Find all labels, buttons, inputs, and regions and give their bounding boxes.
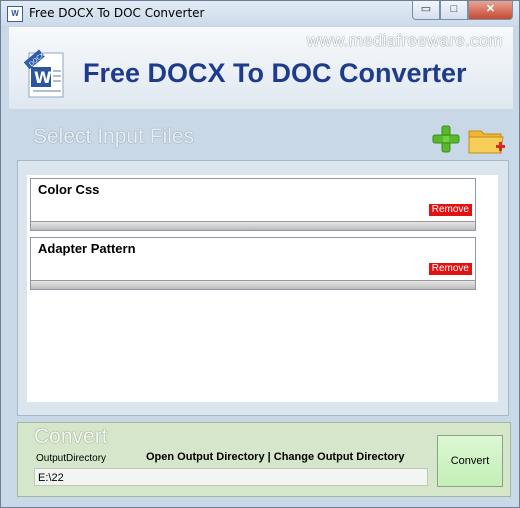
add-file-icon[interactable]: [431, 124, 461, 154]
file-name: Color Css: [38, 182, 100, 197]
output-directory-links: Open Output Directory | Change Output Di…: [146, 451, 405, 463]
window-title: Free DOCX To DOC Converter: [29, 6, 205, 20]
file-name: Adapter Pattern: [38, 241, 136, 256]
title-bar[interactable]: W Free DOCX To DOC Converter ▭ □ ✕: [1, 1, 519, 25]
select-input-files-label: Select Input Files: [33, 125, 195, 148]
input-file-list[interactable]: Color Css Remove Adapter Pattern Remove: [27, 175, 498, 402]
word-docx-logo-icon: DOCX W: [23, 49, 64, 98]
list-item[interactable]: Adapter Pattern Remove: [30, 237, 476, 290]
app-icon: W: [7, 6, 23, 22]
site-url: www.mediafreeware.com: [306, 31, 503, 50]
minimize-button[interactable]: ▭: [412, 1, 440, 20]
open-output-directory-link[interactable]: Open Output Directory: [146, 451, 265, 463]
link-separator: |: [264, 451, 274, 463]
app-window: W Free DOCX To DOC Converter ▭ □ ✕ www.m…: [0, 0, 520, 508]
output-directory-field[interactable]: E:\22: [34, 468, 428, 486]
convert-section-label: Convert: [34, 425, 108, 448]
change-output-directory-link[interactable]: Change Output Directory: [274, 451, 405, 463]
convert-button[interactable]: Convert: [437, 435, 503, 487]
maximize-button[interactable]: □: [440, 1, 468, 20]
convert-panel: Convert OutputDirectory Open Output Dire…: [17, 422, 511, 497]
add-folder-icon[interactable]: [467, 123, 507, 157]
file-progress-bar: [31, 280, 475, 289]
close-button[interactable]: ✕: [468, 1, 513, 20]
app-header: www.mediafreeware.com DOCX W Free DOCX T…: [9, 27, 513, 109]
remove-button[interactable]: Remove: [428, 204, 472, 216]
file-progress-bar: [31, 221, 475, 230]
svg-text:W: W: [34, 68, 52, 87]
input-files-panel: Color Css Remove Adapter Pattern Remove: [17, 160, 509, 416]
list-item[interactable]: Color Css Remove: [30, 178, 476, 231]
window-controls: ▭ □ ✕: [412, 1, 513, 20]
output-directory-label: OutputDirectory: [36, 453, 107, 464]
remove-button[interactable]: Remove: [428, 263, 472, 275]
app-title: Free DOCX To DOC Converter: [83, 58, 467, 88]
